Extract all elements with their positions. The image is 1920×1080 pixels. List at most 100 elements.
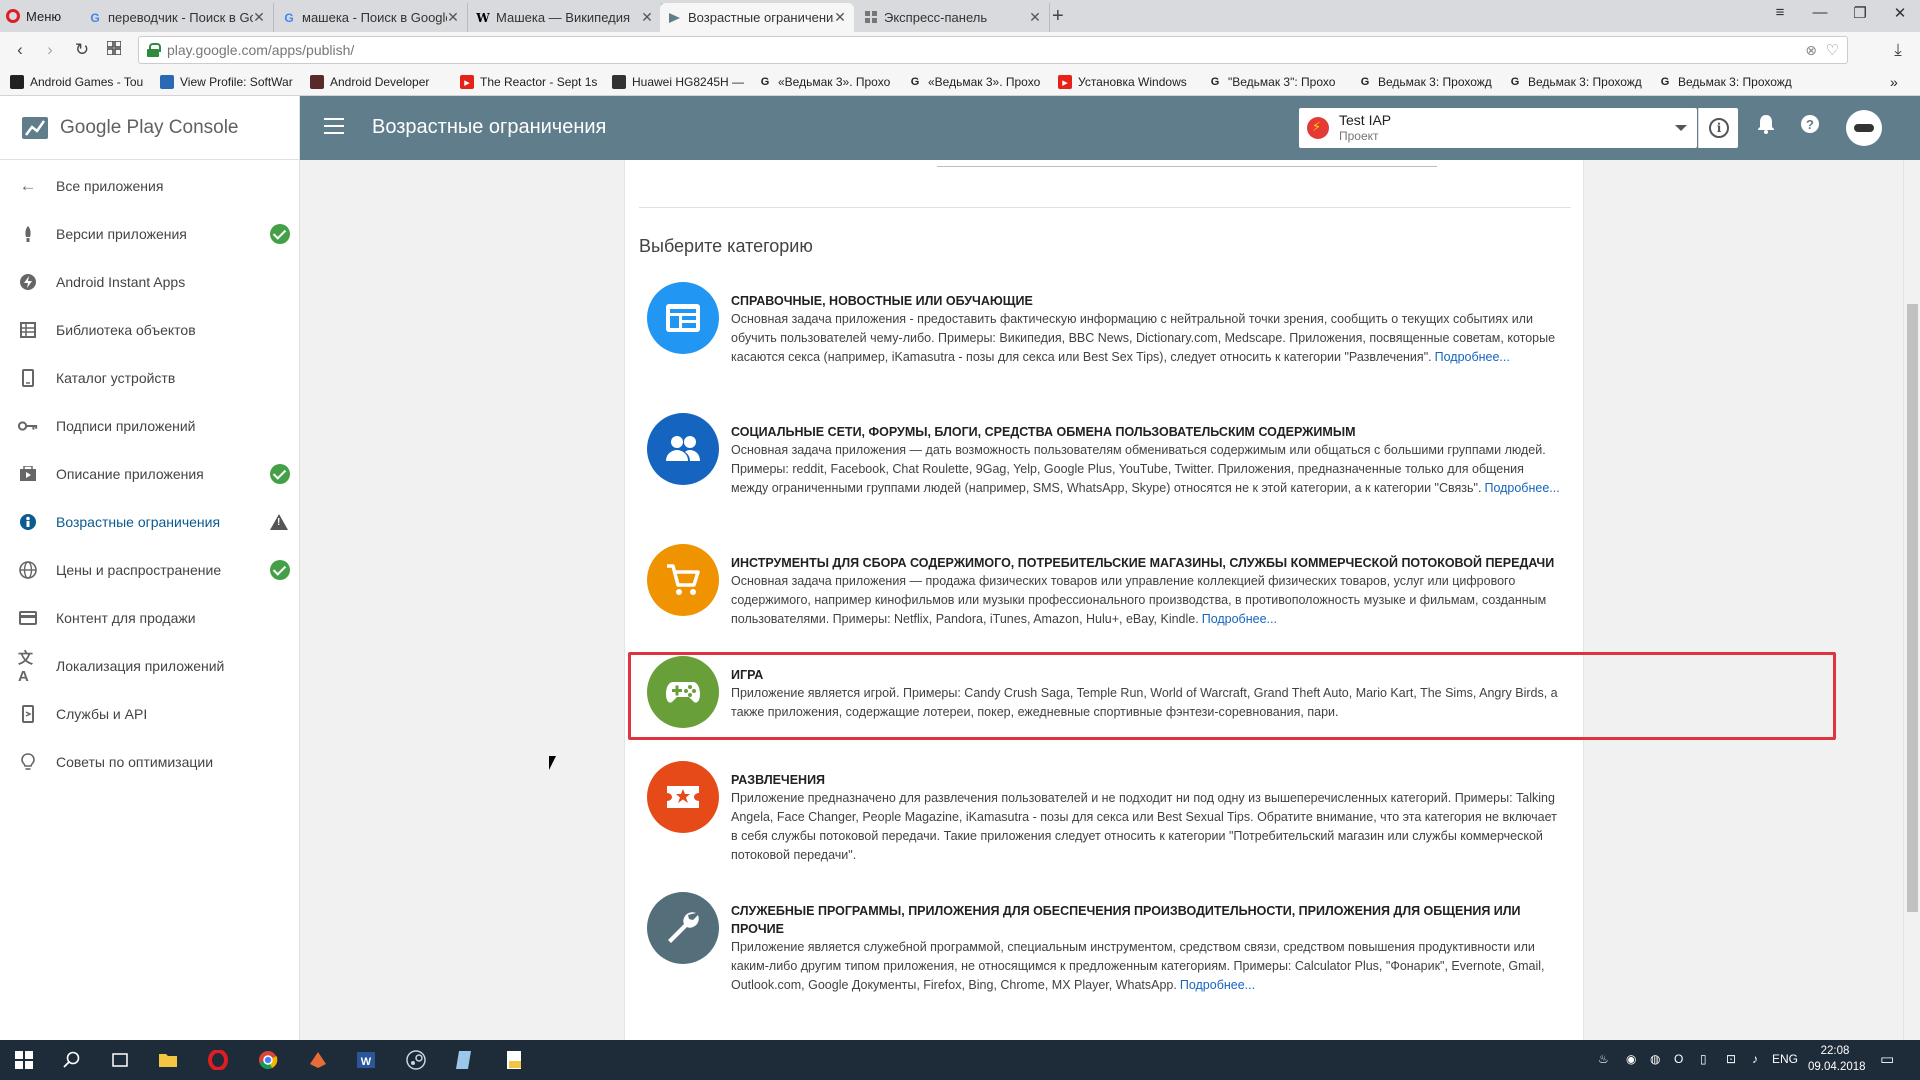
sidebar-item-label: Контент для продажи: [56, 610, 196, 626]
bookmark-item[interactable]: G Ведьмак 3: Прохожд: [1658, 73, 1798, 91]
search-icon[interactable]: [60, 1048, 84, 1072]
google-icon: G: [760, 76, 770, 88]
clock-date: 09.04.2018: [1808, 1061, 1866, 1073]
browser-tab[interactable]: W Машека — Википедия ✕: [468, 3, 662, 32]
grid-icon: [18, 320, 38, 340]
wikipedia-icon: W: [476, 10, 490, 25]
sidebar-item-store-listing[interactable]: Описание приложения: [0, 450, 300, 498]
tray-antivirus-icon[interactable]: Ο: [1674, 1052, 1683, 1066]
bookmark-item[interactable]: View Profile: SoftWar: [160, 73, 296, 91]
arrow-back-icon: ←: [19, 176, 37, 195]
heart-icon[interactable]: ♡: [1826, 41, 1839, 59]
vertical-scrollbar[interactable]: [1903, 160, 1920, 1040]
close-icon[interactable]: ✕: [253, 9, 265, 26]
category-text: Основная задача приложения — продажа физ…: [731, 574, 1547, 626]
sidebar-item-in-app-products[interactable]: Контент для продажи: [0, 594, 300, 642]
notepad-icon[interactable]: [452, 1048, 476, 1072]
scrollbar-thumb[interactable]: [1907, 304, 1918, 912]
word-icon[interactable]: W: [354, 1048, 378, 1072]
category-description: Приложение является служебной программой…: [731, 938, 1561, 995]
tab-menu-icon[interactable]: ≡: [1768, 4, 1792, 21]
close-icon[interactable]: ✕: [447, 9, 459, 26]
sidebar-item-services-api[interactable]: Службы и API: [0, 690, 300, 738]
new-tab-button[interactable]: +: [1052, 5, 1064, 28]
google-icon: G: [910, 76, 920, 88]
url-input[interactable]: play.google.com/apps/publish/ ⊗ ♡: [138, 36, 1848, 64]
restore-button[interactable]: ❐: [1848, 4, 1872, 22]
bookmark-item[interactable]: G «Ведьмак 3». Прохо: [908, 73, 1046, 91]
sidebar-item-label: Локализация приложений: [56, 658, 225, 674]
project-selector[interactable]: Test IAP Проект: [1299, 108, 1697, 148]
bookmark-item[interactable]: Android Developer: [310, 73, 446, 91]
tray-monitor-icon[interactable]: ⊡: [1726, 1052, 1736, 1066]
help-icon[interactable]: ?: [1796, 114, 1824, 142]
notification-icon[interactable]: ▭: [1880, 1050, 1894, 1068]
sidebar-item-all-apps[interactable]: ← Все приложения: [0, 162, 300, 210]
speed-dial-icon[interactable]: [104, 40, 124, 60]
speed-dial-icon: [864, 11, 878, 25]
project-info-button[interactable]: i: [1698, 108, 1738, 148]
chrome-icon[interactable]: [256, 1048, 280, 1072]
download-icon[interactable]: ⤓: [1888, 40, 1908, 60]
bookmark-item[interactable]: G Ведьмак 3: Прохожд: [1358, 73, 1498, 91]
sidebar-item-label: Библиотека объектов: [56, 322, 196, 338]
reload-icon[interactable]: ↻: [72, 40, 92, 60]
sidebar-item-translation[interactable]: 文A Локализация приложений: [0, 642, 300, 690]
file-explorer-icon[interactable]: [156, 1048, 180, 1072]
opera-menu-button[interactable]: Меню: [6, 6, 61, 26]
back-icon[interactable]: ‹: [10, 40, 30, 60]
bookmark-item[interactable]: G «Ведьмак 3». Прохо: [758, 73, 896, 91]
windows-start-icon[interactable]: [12, 1048, 36, 1072]
snapshot-icon[interactable]: ⊗: [1805, 42, 1817, 59]
browser-tab[interactable]: G переводчик - Поиск в Go ✕: [80, 3, 274, 32]
sidebar-item-pricing[interactable]: Цены и распространение: [0, 546, 300, 594]
file-app-icon[interactable]: [502, 1048, 526, 1072]
sidebar-item-instant-apps[interactable]: Android Instant Apps: [0, 258, 300, 306]
tray-volume-icon[interactable]: ♪: [1752, 1052, 1758, 1066]
browser-tab-active[interactable]: Возрастные ограничения ✕: [660, 3, 854, 32]
sidebar-item-releases[interactable]: Версии приложения: [0, 210, 300, 258]
sidebar-item-content-rating[interactable]: Возрастные ограничения: [0, 498, 300, 546]
services-icon: [18, 704, 38, 724]
language-indicator[interactable]: ENG: [1772, 1052, 1798, 1066]
close-window-button[interactable]: ✕: [1888, 4, 1912, 22]
tab-title: машека - Поиск в Google: [302, 10, 447, 25]
tray-network-icon[interactable]: ▯: [1700, 1052, 1707, 1066]
bookmark-item[interactable]: G "Ведьмак 3": Прохо: [1208, 73, 1348, 91]
bookmark-item[interactable]: G Ведьмак 3: Прохожд: [1508, 73, 1648, 91]
bookmark-item[interactable]: ▸ The Reactor - Sept 1s: [460, 73, 598, 91]
task-view-icon[interactable]: [108, 1048, 132, 1072]
bookmark-item[interactable]: ▸ Установка Windows: [1058, 73, 1196, 91]
bookmark-item[interactable]: Android Games - Tou: [10, 73, 158, 91]
check-circle-icon: [270, 464, 290, 484]
sidebar-item-optimization-tips[interactable]: Советы по оптимизации: [0, 738, 300, 786]
learn-more-link[interactable]: Подробнее...: [1484, 481, 1559, 495]
close-icon[interactable]: ✕: [834, 9, 846, 26]
category-text: Основная задача приложения - предоставит…: [731, 312, 1556, 364]
bookmark-item[interactable]: Huawei HG8245H —: [612, 73, 748, 91]
sidebar-item-artifact-library[interactable]: Библиотека объектов: [0, 306, 300, 354]
play-console-logo[interactable]: Google Play Console: [20, 112, 239, 144]
bell-icon[interactable]: [1752, 114, 1780, 142]
learn-more-link[interactable]: Подробнее...: [1435, 350, 1510, 364]
account-avatar[interactable]: [1846, 110, 1882, 146]
forward-icon[interactable]: ›: [40, 40, 60, 60]
close-icon[interactable]: ✕: [641, 9, 653, 26]
minimize-button[interactable]: —: [1808, 4, 1832, 21]
sidebar-item-device-catalog[interactable]: Каталог устройств: [0, 354, 300, 402]
tray-discord-icon[interactable]: ◉: [1626, 1052, 1636, 1066]
menu-icon[interactable]: [324, 118, 344, 134]
sidebar-item-app-signing[interactable]: Подписи приложений: [0, 402, 300, 450]
learn-more-link[interactable]: Подробнее...: [1180, 978, 1255, 992]
browser-tab[interactable]: Экспресс-панель ✕: [856, 3, 1050, 32]
app-icon[interactable]: [306, 1048, 330, 1072]
bookmarks-overflow-icon[interactable]: »: [1890, 73, 1910, 91]
learn-more-link[interactable]: Подробнее...: [1202, 612, 1277, 626]
close-icon[interactable]: ✕: [1029, 9, 1041, 26]
tray-chrome-icon[interactable]: ◍: [1650, 1052, 1660, 1066]
tray-steam-icon[interactable]: ♨: [1598, 1052, 1609, 1066]
taskbar-clock[interactable]: 22:08 09.04.2018: [1808, 1043, 1866, 1075]
browser-tab[interactable]: G машека - Поиск в Google ✕: [274, 3, 468, 32]
opera-taskbar-icon[interactable]: [206, 1048, 230, 1072]
steam-icon[interactable]: [404, 1048, 428, 1072]
